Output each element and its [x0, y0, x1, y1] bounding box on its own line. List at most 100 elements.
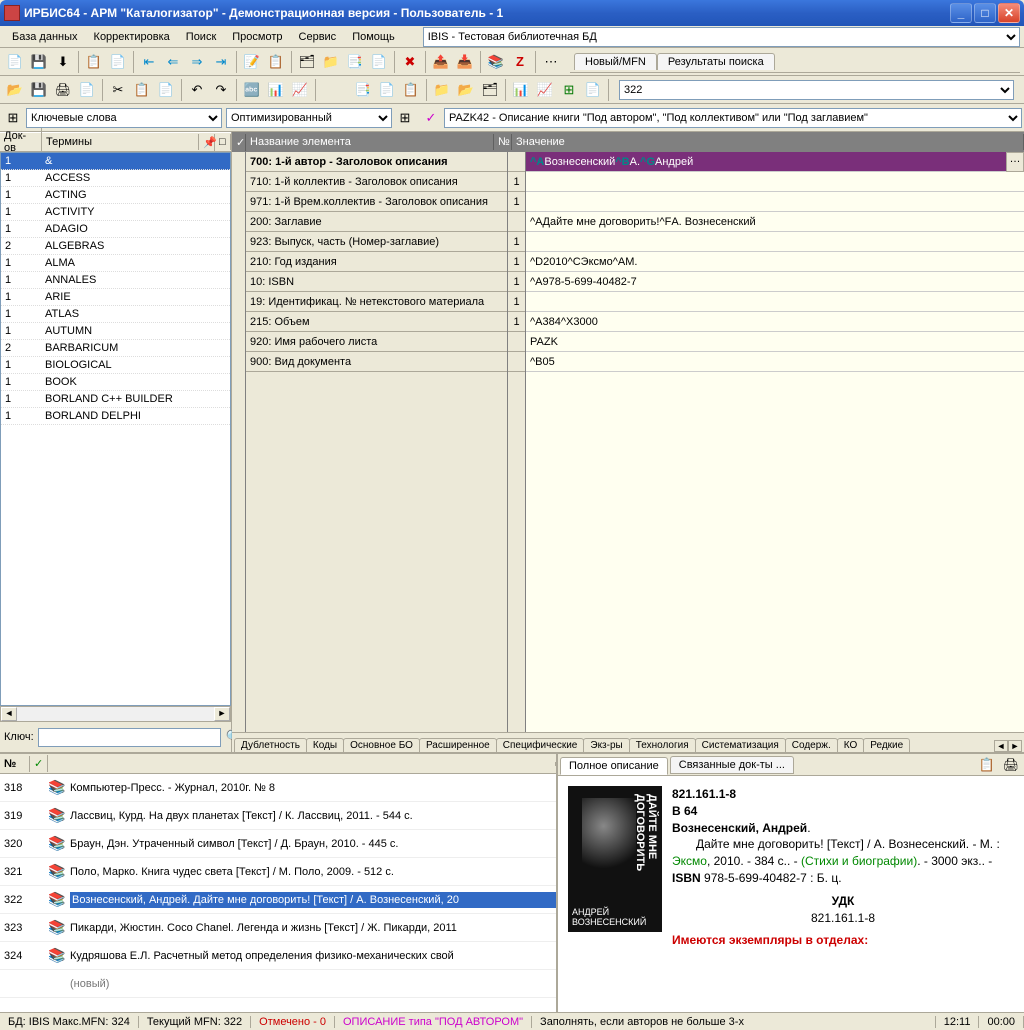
t2-k-icon[interactable]: 📈: [534, 79, 556, 101]
desc-print-icon[interactable]: 🖨: [1000, 754, 1022, 776]
t2-save-icon[interactable]: 💾: [28, 79, 50, 101]
t2-excel-icon[interactable]: ⊞: [558, 79, 580, 101]
next-icon[interactable]: ⇒: [186, 51, 208, 73]
t2-g-icon[interactable]: 📁: [431, 79, 453, 101]
desc-tab-linked[interactable]: Связанные док-ты ...: [670, 756, 794, 774]
subtab-5[interactable]: Экз-ры: [583, 738, 629, 752]
t2-redo-icon[interactable]: ↷: [210, 79, 232, 101]
new-icon[interactable]: 📄: [4, 51, 26, 73]
menu-database[interactable]: База данных: [4, 29, 86, 45]
field-name[interactable]: 971: 1-й Врем.коллектив - Заголовок опис…: [246, 192, 507, 212]
menu-help[interactable]: Помощь: [344, 29, 403, 45]
term-row[interactable]: 1BORLAND DELPHI: [1, 408, 230, 425]
term-pin-icon[interactable]: 📌: [199, 134, 215, 151]
t2-undo-icon[interactable]: ↶: [186, 79, 208, 101]
field-name[interactable]: 920: Имя рабочего листа: [246, 332, 507, 352]
maximize-button[interactable]: □: [974, 3, 996, 23]
menu-view[interactable]: Просмотр: [224, 29, 290, 45]
field-value[interactable]: ^AДайте мне договорить!^FА. Вознесенский: [526, 212, 1024, 232]
field-name[interactable]: 900: Вид документа: [246, 352, 507, 372]
t2-cut-icon[interactable]: ✂: [107, 79, 129, 101]
field-value[interactable]: [526, 192, 1024, 212]
grid-check-icon[interactable]: ✓: [232, 134, 246, 151]
field-value[interactable]: [526, 232, 1024, 252]
term-row[interactable]: 1ARIE: [1, 289, 230, 306]
rec-col-num[interactable]: №: [0, 756, 30, 772]
view-mode-combo[interactable]: Оптимизированный: [226, 108, 392, 128]
t2-e-icon[interactable]: 📄: [376, 79, 398, 101]
field-value[interactable]: [526, 292, 1024, 312]
subtab-0[interactable]: Дублетность: [234, 738, 307, 752]
field-expand-button[interactable]: …: [1006, 152, 1024, 172]
subtab-9[interactable]: КО: [837, 738, 865, 752]
subtab-6[interactable]: Технология: [629, 738, 696, 752]
field-value[interactable]: [526, 172, 1024, 192]
t2-b-icon[interactable]: 📊: [265, 79, 287, 101]
books-icon[interactable]: 📚: [485, 51, 507, 73]
field-value[interactable]: ^D2010^CЭксмо^AМ.: [526, 252, 1024, 272]
import-icon[interactable]: 📥: [454, 51, 476, 73]
record-row[interactable]: 323📚Пикарди, Жюстин. Coco Chanel. Легенд…: [0, 914, 556, 942]
subtab-2[interactable]: Основное БО: [343, 738, 420, 752]
subtab-10[interactable]: Редкие: [863, 738, 910, 752]
close-button[interactable]: ✕: [998, 3, 1020, 23]
t2-c-icon[interactable]: 📈: [289, 79, 311, 101]
term-row[interactable]: 1BOOK: [1, 374, 230, 391]
menu-search[interactable]: Поиск: [178, 29, 224, 45]
subtab-1[interactable]: Коды: [306, 738, 344, 752]
term-row[interactable]: 1ACCESS: [1, 170, 230, 187]
subtab-8[interactable]: Содерж.: [785, 738, 838, 752]
term-row[interactable]: 1&: [1, 153, 230, 170]
field-name[interactable]: 10: ISBN: [246, 272, 507, 292]
term-row[interactable]: 2BARBARICUM: [1, 340, 230, 357]
more-icon[interactable]: ⋯: [540, 51, 562, 73]
record-row[interactable]: 318📚Компьютер-Пресс. - Журнал, 2010г. № …: [0, 774, 556, 802]
tool3-icon[interactable]: 📑: [344, 51, 366, 73]
tool4-icon[interactable]: 📄: [368, 51, 390, 73]
tab-results[interactable]: Результаты поиска: [657, 53, 775, 70]
field-value[interactable]: PAZK: [526, 332, 1024, 352]
t2-copy-icon[interactable]: 📋: [131, 79, 153, 101]
combo-extra-icon[interactable]: ⊞: [394, 107, 416, 129]
term-row[interactable]: 1ATLAS: [1, 306, 230, 323]
term-row[interactable]: 2ALGEBRAS: [1, 238, 230, 255]
term-hscroll[interactable]: ◄►: [0, 706, 231, 722]
field-name[interactable]: 215: Объем: [246, 312, 507, 332]
prev-icon[interactable]: ⇐: [162, 51, 184, 73]
save-icon[interactable]: 💾: [28, 51, 50, 73]
t2-f-icon[interactable]: 📋: [400, 79, 422, 101]
subtab-4[interactable]: Специфические: [496, 738, 585, 752]
rec-col-check[interactable]: ✓: [30, 755, 48, 772]
field-value[interactable]: ^AВознесенский^BА.^GАндрей: [526, 152, 1024, 172]
t2-i-icon[interactable]: 🗂: [479, 79, 501, 101]
record-list[interactable]: 318📚Компьютер-Пресс. - Журнал, 2010г. № …: [0, 774, 556, 1012]
copy-icon[interactable]: 📋: [83, 51, 105, 73]
form-icon[interactable]: 📝: [241, 51, 263, 73]
search-type-combo[interactable]: Ключевые слова: [26, 108, 222, 128]
field-value[interactable]: ^B05: [526, 352, 1024, 372]
term-row[interactable]: 1AUTUMN: [1, 323, 230, 340]
field-value[interactable]: ^A978-5-699-40482-7: [526, 272, 1024, 292]
t2-print-icon[interactable]: 🖨: [52, 79, 74, 101]
tab-new-mfn[interactable]: Новый/MFN: [574, 53, 657, 70]
record-row[interactable]: 319📚Лассвиц, Курд. На двух планетах [Тек…: [0, 802, 556, 830]
tool1-icon[interactable]: 🗂: [296, 51, 318, 73]
export-icon[interactable]: 📤: [430, 51, 452, 73]
term-col-term[interactable]: Термины: [42, 134, 199, 150]
database-combo[interactable]: IBIS - Тестовая библиотечная БД: [423, 27, 1020, 47]
t2-j-icon[interactable]: 📊: [510, 79, 532, 101]
worksheet-check-icon[interactable]: ✓: [420, 107, 442, 129]
subtab-prev-icon[interactable]: ◄: [994, 740, 1008, 752]
desc-tab-full[interactable]: Полное описание: [560, 757, 668, 775]
list-icon[interactable]: 📋: [265, 51, 287, 73]
field-name[interactable]: 210: Год издания: [246, 252, 507, 272]
term-row[interactable]: 1ACTING: [1, 187, 230, 204]
term-row[interactable]: 1ADAGIO: [1, 221, 230, 238]
t2-l-icon[interactable]: 📄: [582, 79, 604, 101]
t2-a-icon[interactable]: 🔤: [241, 79, 263, 101]
first-icon[interactable]: ⇤: [138, 51, 160, 73]
term-row[interactable]: 1ACTIVITY: [1, 204, 230, 221]
record-row[interactable]: 321📚Поло, Марко. Книга чудес света [Текс…: [0, 858, 556, 886]
menu-service[interactable]: Сервис: [291, 29, 345, 45]
delete-icon[interactable]: ✖: [399, 51, 421, 73]
